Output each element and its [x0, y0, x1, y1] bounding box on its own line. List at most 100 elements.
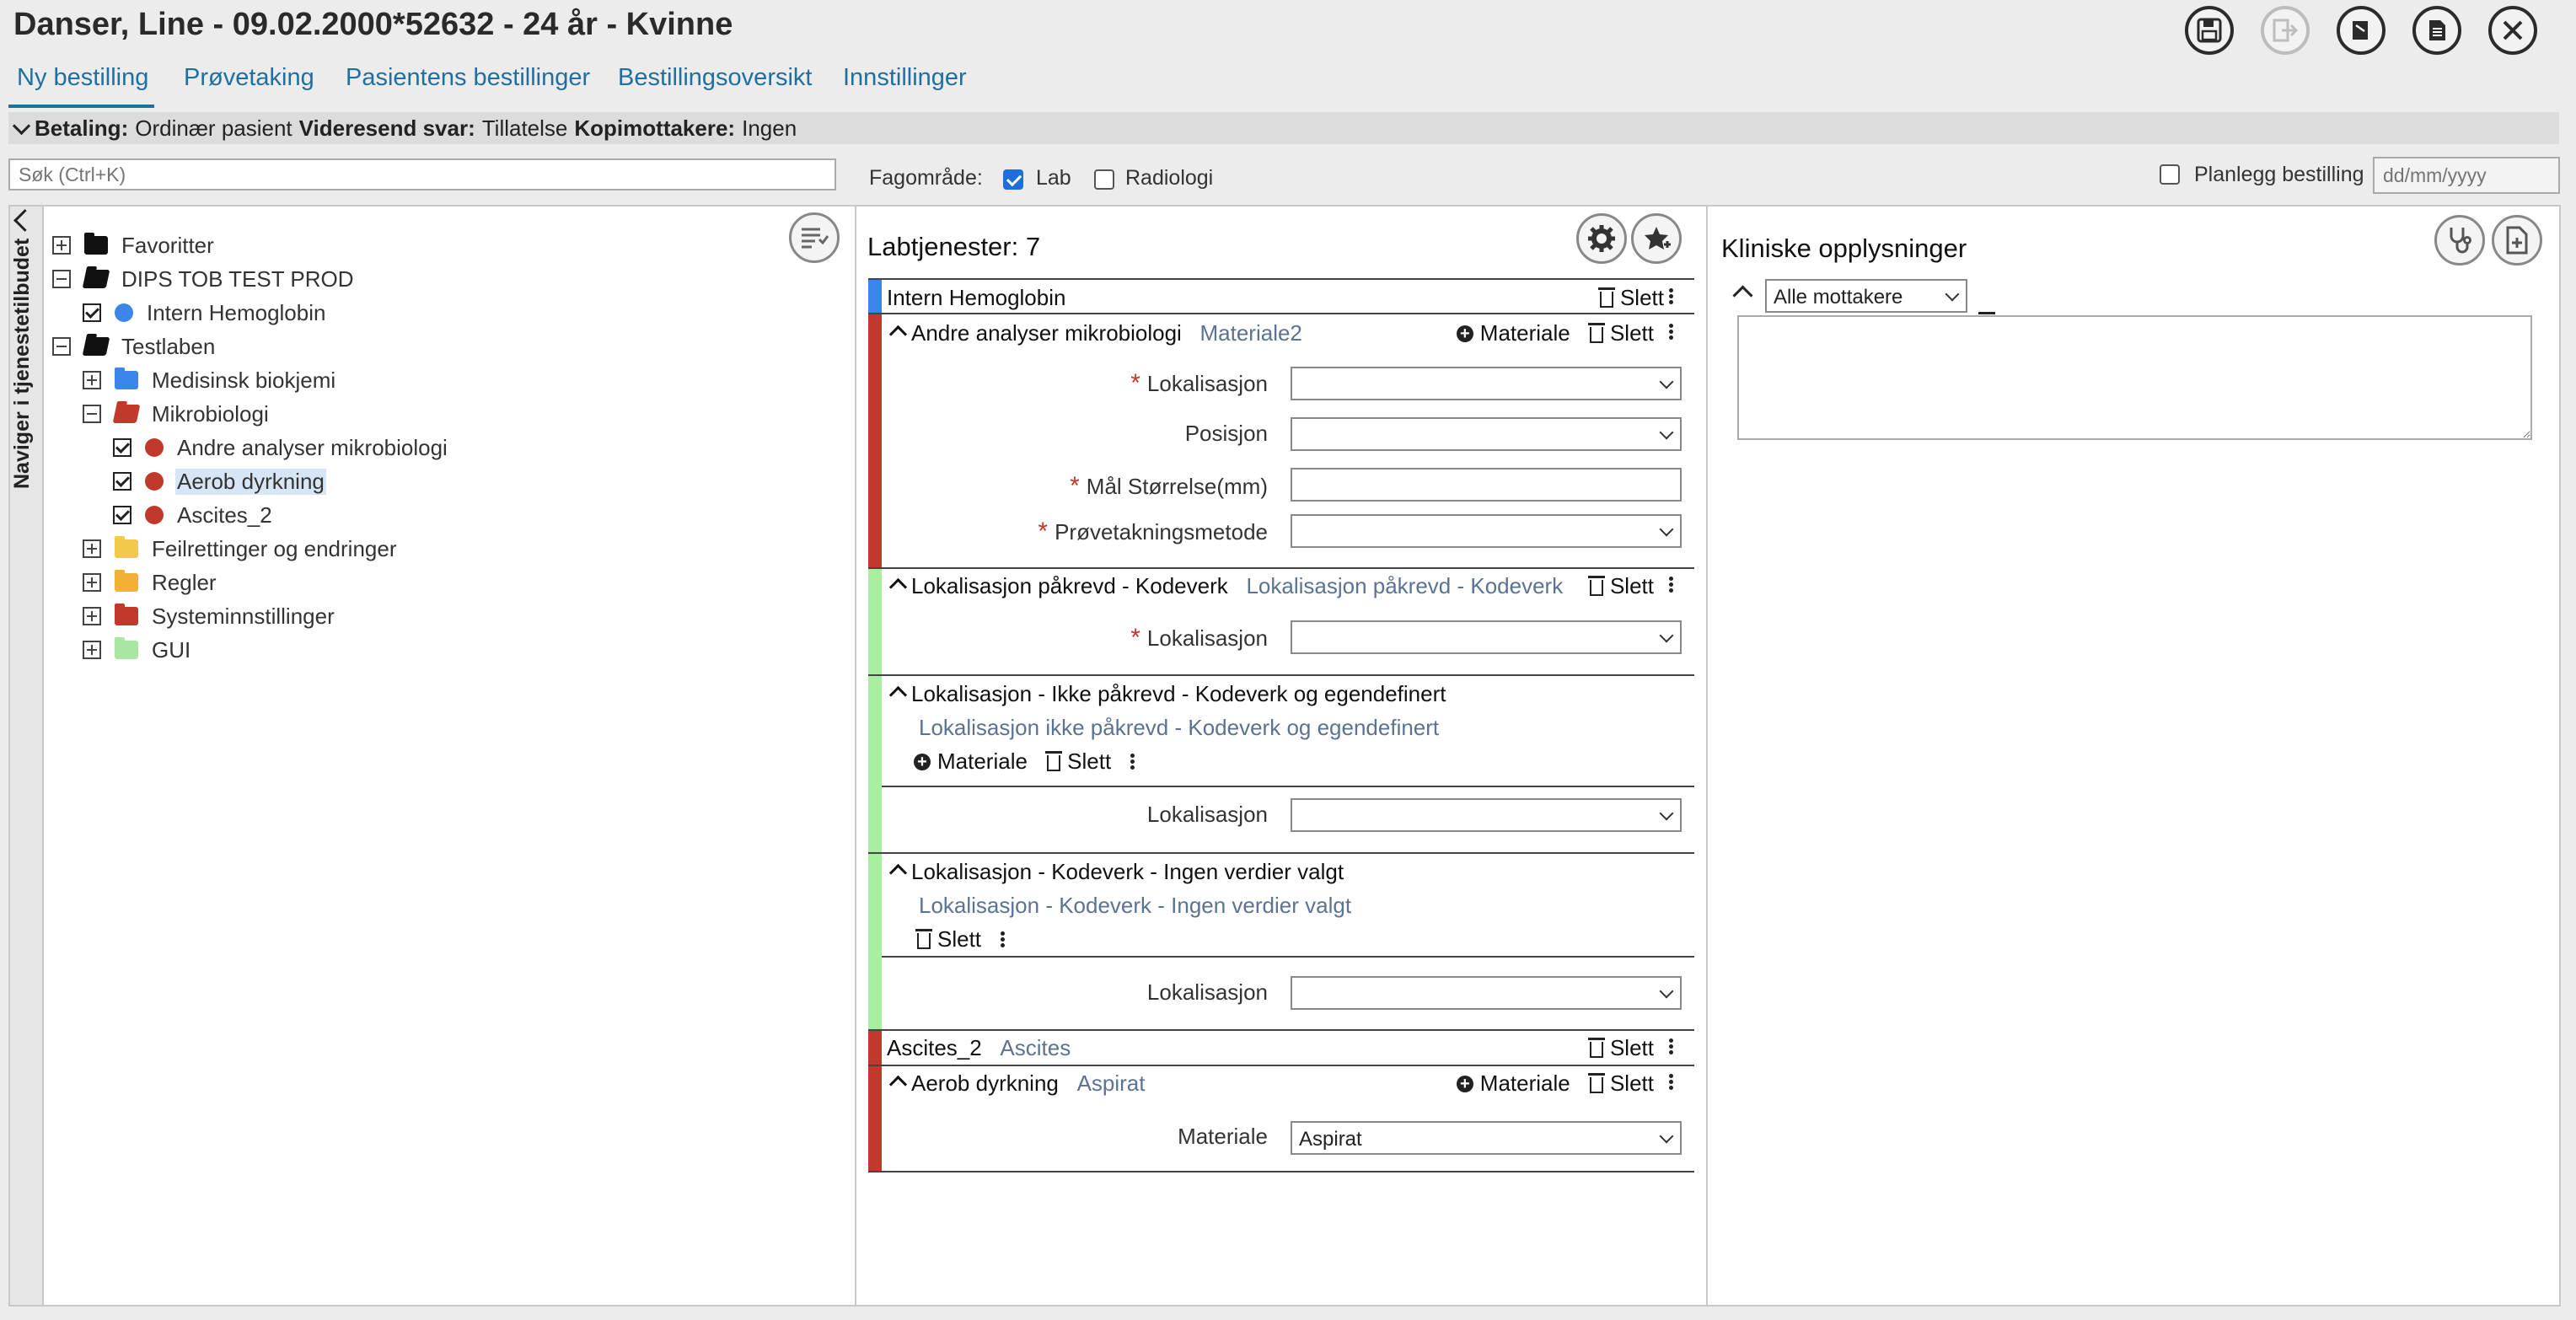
add-circle-icon[interactable]: +: [1456, 1075, 1473, 1092]
tree-item[interactable]: Testlaben: [52, 330, 217, 363]
kebab-menu-icon[interactable]: [1669, 322, 1674, 341]
category-bar: [868, 1066, 882, 1171]
tree-checkbox[interactable]: [113, 438, 131, 457]
collapse-icon[interactable]: [52, 270, 71, 288]
tree-item-label: DIPS TOB TEST PROD: [121, 266, 354, 292]
collapse-icon[interactable]: [52, 337, 71, 356]
lokalisasjon-select[interactable]: [1291, 976, 1682, 1010]
folder-icon: [84, 233, 108, 255]
recipient-select[interactable]: Alle mottakere: [1765, 279, 1967, 313]
radiologi-checkbox[interactable]: [1094, 169, 1114, 190]
tree-item[interactable]: Andre analyser mikrobiologi: [113, 431, 449, 464]
tree-checkbox[interactable]: [113, 472, 131, 491]
lokalisasjon-select[interactable]: [1291, 798, 1682, 832]
kebab-menu-icon[interactable]: [1669, 1072, 1674, 1092]
tree-item[interactable]: Aerob dyrkning: [113, 464, 326, 498]
date-input[interactable]: [2373, 157, 2560, 194]
slett-button[interactable]: Slett: [1610, 320, 1654, 346]
tab-bestillingsoversikt[interactable]: Bestillingsoversikt: [618, 64, 812, 92]
save-icon[interactable]: [2185, 6, 2234, 55]
videresend-value: Tillatelse: [481, 115, 568, 141]
chevron-up-icon[interactable]: [888, 577, 908, 597]
tree-item[interactable]: Intern Hemoglobin: [83, 296, 327, 330]
tree-item[interactable]: Favoritter: [52, 228, 216, 262]
chevron-up-icon[interactable]: [888, 325, 908, 344]
order-title: Ascites_2 Ascites: [887, 1035, 1071, 1061]
trash-icon: [1587, 323, 1605, 343]
tab-ny-bestilling[interactable]: Ny bestilling: [17, 64, 148, 92]
add-circle-icon[interactable]: +: [914, 753, 931, 770]
tree-item[interactable]: DIPS TOB TEST PROD: [52, 262, 356, 296]
delete-button[interactable]: Slett: [1597, 285, 1664, 311]
kebab-menu-icon[interactable]: [1669, 287, 1674, 306]
add-document-button[interactable]: [2492, 215, 2542, 266]
order-header[interactable]: Lokalisasjon - Kodeverk - Ingen verdier …: [887, 859, 1344, 885]
materiale-button[interactable]: Materiale: [1480, 320, 1570, 346]
slett-button[interactable]: Slett: [1067, 749, 1111, 775]
settings-button[interactable]: [1576, 213, 1627, 264]
add-circle-icon[interactable]: +: [1456, 325, 1473, 342]
slett-button[interactable]: Slett: [1610, 1070, 1654, 1097]
tree-item-label: Ascites_2: [177, 502, 272, 528]
expand-icon[interactable]: [83, 607, 101, 625]
collapse-icon[interactable]: [83, 405, 101, 423]
lokalisasjon-select[interactable]: [1291, 620, 1682, 654]
tree-checkbox[interactable]: [113, 506, 131, 524]
chevron-up-icon[interactable]: [888, 1075, 908, 1094]
tree-item[interactable]: Feilrettinger og endringer: [83, 532, 399, 566]
add-favorite-button[interactable]: [1631, 213, 1682, 264]
document-icon[interactable]: [2412, 6, 2461, 55]
close-icon[interactable]: [2488, 6, 2537, 55]
tree-checkbox[interactable]: [83, 303, 101, 322]
order-header[interactable]: Lokalisasjon påkrevd - Kodeverk Lokalisa…: [887, 573, 1563, 599]
kebab-menu-icon[interactable]: [1669, 1037, 1674, 1056]
stethoscope-button[interactable]: [2434, 215, 2485, 266]
materiale-select[interactable]: Aspirat: [1291, 1121, 1682, 1155]
tree-item[interactable]: Mikrobiologi: [83, 397, 271, 431]
expand-icon[interactable]: [83, 539, 101, 558]
materiale-button[interactable]: Materiale: [937, 749, 1028, 775]
trash-icon: [1587, 576, 1605, 596]
tree-item[interactable]: Medisinsk biokjemi: [83, 363, 337, 397]
tree-item[interactable]: Systeminnstillinger: [83, 599, 336, 633]
chevron-down-icon[interactable]: [12, 116, 31, 135]
lokalisasjon-select[interactable]: [1291, 367, 1682, 400]
tab-provetaking[interactable]: Prøvetaking: [184, 64, 314, 92]
tree-item[interactable]: GUI: [83, 633, 192, 667]
slett-button[interactable]: Slett: [937, 926, 981, 952]
expand-icon[interactable]: [83, 641, 101, 659]
search-input[interactable]: [8, 158, 836, 190]
slett-button[interactable]: Slett: [1587, 573, 1654, 599]
book-icon[interactable]: [2337, 6, 2385, 55]
slett-button[interactable]: Slett: [1587, 1035, 1654, 1061]
order-info-bar[interactable]: Betaling: Ordinær pasient Videresend sva…: [8, 112, 2559, 144]
lab-checkbox[interactable]: [1003, 169, 1023, 190]
chevron-up-icon[interactable]: [888, 685, 908, 705]
tree-item[interactable]: Ascites_2: [113, 498, 274, 532]
field-label-lokalisasjon: * Lokalisasjon: [1130, 369, 1268, 397]
provetakningsmetode-select[interactable]: [1291, 514, 1682, 548]
tab-pasientens-bestillinger[interactable]: Pasientens bestillinger: [346, 64, 590, 92]
export-icon[interactable]: [2261, 6, 2310, 55]
planlegg-checkbox[interactable]: [2160, 164, 2180, 185]
order-header[interactable]: Lokalisasjon - Ikke påkrevd - Kodeverk o…: [887, 681, 1446, 707]
expand-icon[interactable]: [83, 371, 101, 389]
folder-icon: [115, 570, 138, 592]
expand-icon[interactable]: [83, 573, 101, 592]
order-header[interactable]: Andre analyser mikrobiologi Materiale2: [887, 320, 1302, 346]
order-header[interactable]: Aerob dyrkning Aspirat: [887, 1070, 1145, 1097]
expand-icon[interactable]: [52, 236, 71, 255]
tree-item[interactable]: Regler: [83, 566, 218, 599]
kebab-menu-icon[interactable]: [1001, 930, 1006, 949]
posisjon-select[interactable]: [1291, 417, 1682, 451]
chevron-up-icon[interactable]: [888, 863, 908, 883]
mal-storrelse-input[interactable]: [1291, 468, 1682, 502]
tab-innstillinger[interactable]: Innstillinger: [843, 64, 967, 92]
kliniske-textarea[interactable]: [1737, 315, 2532, 440]
folder-icon: [115, 604, 138, 625]
kebab-menu-icon[interactable]: [1130, 752, 1135, 771]
order-name: Intern Hemoglobin: [887, 285, 1066, 310]
list-view-button[interactable]: [789, 212, 840, 263]
kebab-menu-icon[interactable]: [1669, 575, 1674, 594]
materiale-button[interactable]: Materiale: [1480, 1070, 1570, 1097]
